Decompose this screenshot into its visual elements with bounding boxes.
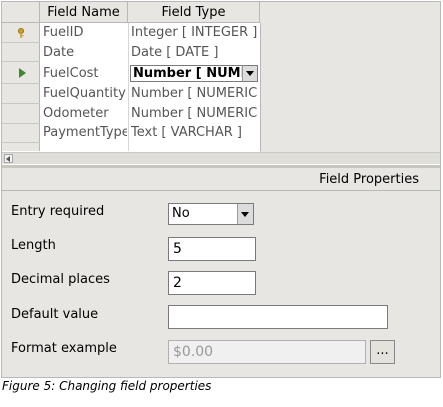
field-type-cell[interactable]: Number [ NUMERIC ] xyxy=(131,84,259,104)
field-type-cell[interactable]: Integer [ INTEGER ] xyxy=(131,23,259,43)
column-divider xyxy=(260,23,261,151)
default-value-label: Default value xyxy=(11,307,99,322)
field-name-cell[interactable]: FuelQuantity xyxy=(43,84,127,104)
row-handle[interactable] xyxy=(2,43,40,62)
decimal-places-label: Decimal places xyxy=(11,272,110,287)
horizontal-scrollbar[interactable] xyxy=(2,152,440,164)
field-type-header: Field Type xyxy=(128,2,260,23)
table-row[interactable]: Odometer Number [ NUMERIC ] xyxy=(2,104,260,124)
table-empty-area xyxy=(260,2,440,152)
row-handle[interactable] xyxy=(2,84,40,104)
field-name-cell[interactable]: Odometer xyxy=(43,104,127,124)
chevron-down-icon[interactable] xyxy=(242,66,257,81)
table-row[interactable]: PaymentType Text [ VARCHAR ] xyxy=(2,123,260,143)
field-type-cell[interactable]: Number [ NUMERIC ] xyxy=(131,104,259,124)
chevron-down-icon[interactable] xyxy=(237,204,253,224)
key-icon xyxy=(18,28,24,38)
scroll-left-icon[interactable] xyxy=(4,154,13,163)
decimal-places-field[interactable]: 2 xyxy=(168,271,256,295)
table-row[interactable]: Date Date [ DATE ] xyxy=(2,43,260,63)
entry-required-value: No xyxy=(172,206,190,221)
figure-caption: Figure 5: Changing field properties xyxy=(2,379,212,393)
row-handle[interactable] xyxy=(2,23,40,43)
field-properties-title: Field Properties xyxy=(319,172,419,187)
table-design-window: Field Name Field Type FuelID Integer [ I… xyxy=(1,1,441,378)
format-example-field: $0.00 xyxy=(168,340,366,364)
field-type-dropdown-value: Number [ NUMERIC ] xyxy=(133,66,257,81)
divider xyxy=(2,190,440,191)
row-handle[interactable] xyxy=(2,64,40,84)
field-type-cell[interactable]: Text [ VARCHAR ] xyxy=(131,123,259,143)
current-row-arrow-icon xyxy=(19,68,26,78)
row-handle[interactable] xyxy=(2,123,40,143)
table-row[interactable]: FuelQuantity Number [ NUMERIC ] xyxy=(2,84,260,104)
field-type-dropdown[interactable]: Number [ NUMERIC ] xyxy=(130,65,258,82)
field-name-cell[interactable]: FuelCost xyxy=(43,64,127,84)
entry-required-label: Entry required xyxy=(11,204,105,219)
entry-required-select[interactable]: No xyxy=(168,203,254,225)
row-handle[interactable] xyxy=(2,104,40,124)
row-handle-header xyxy=(2,2,40,23)
field-name-cell[interactable]: PaymentType xyxy=(43,123,127,143)
field-name-cell[interactable]: Date xyxy=(43,43,127,63)
table-row[interactable]: FuelCost Number [ NUMERIC ] xyxy=(2,64,260,84)
length-field[interactable]: 5 xyxy=(168,237,256,261)
field-table: Field Name Field Type FuelID Integer [ I… xyxy=(2,2,440,165)
table-row[interactable]: FuelID Integer [ INTEGER ] xyxy=(2,23,260,43)
default-value-field[interactable] xyxy=(168,305,388,329)
format-options-button[interactable]: ... xyxy=(370,340,395,364)
field-name-header: Field Name xyxy=(40,2,128,23)
field-properties-panel: Field Properties Entry required No Lengt… xyxy=(2,168,440,377)
length-label: Length xyxy=(11,238,56,253)
field-name-cell[interactable]: FuelID xyxy=(43,23,127,43)
field-type-cell[interactable]: Date [ DATE ] xyxy=(131,43,259,63)
format-example-label: Format example xyxy=(11,341,117,356)
